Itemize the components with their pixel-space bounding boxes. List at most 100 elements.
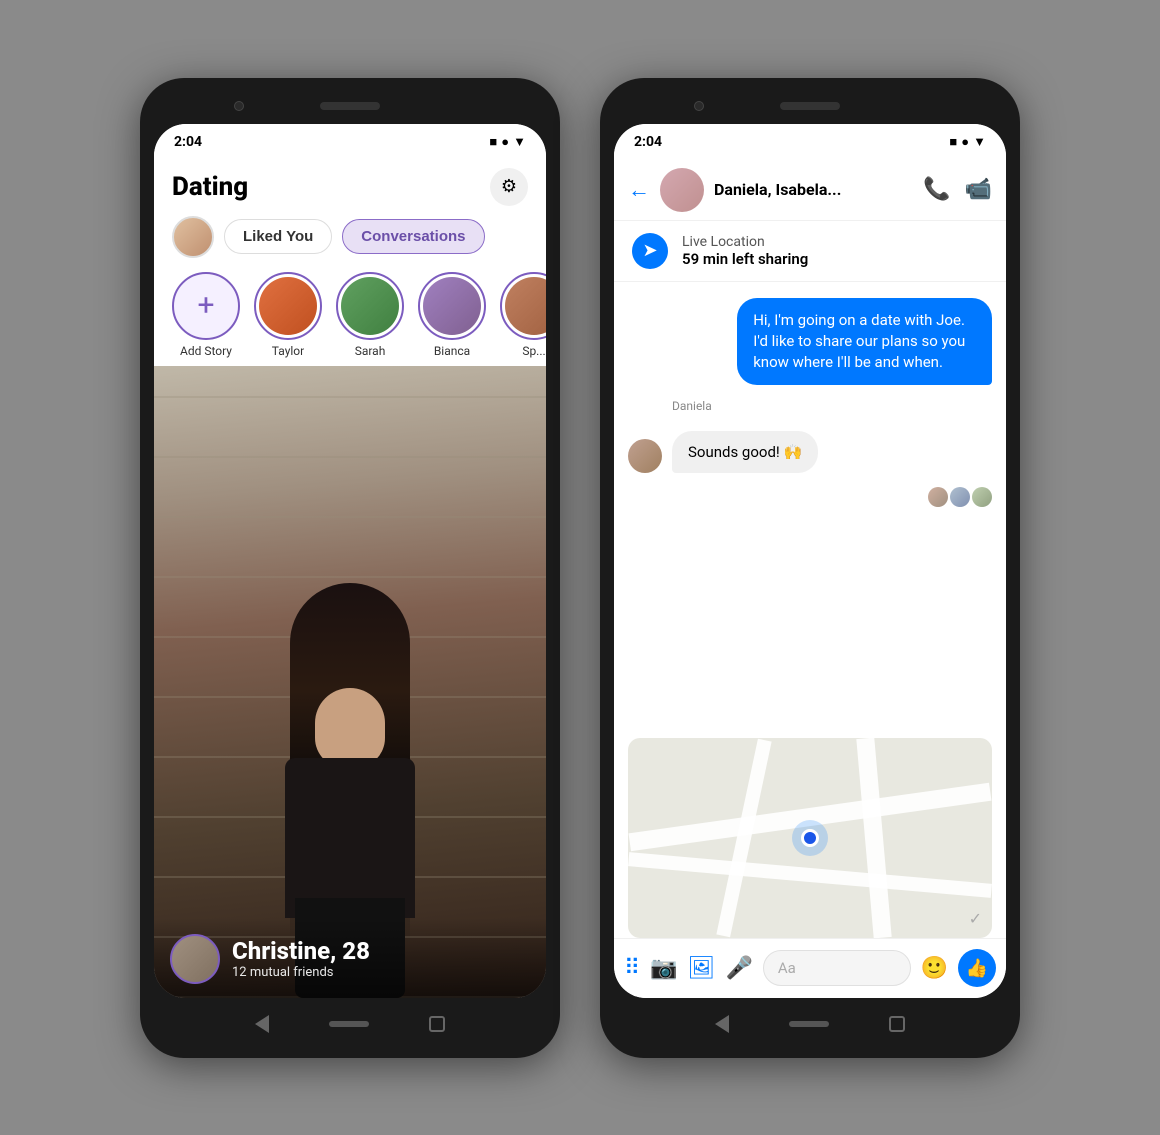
story-label-sarah: Sarah: [355, 344, 386, 358]
settings-button[interactable]: ⚙: [490, 168, 528, 206]
story-ring-bianca: [418, 272, 486, 340]
home-nav-button-1[interactable]: [329, 1021, 369, 1027]
camera-icon[interactable]: 📷: [650, 956, 677, 981]
back-nav-button-1[interactable]: [255, 1015, 269, 1033]
message-input[interactable]: Aa: [763, 950, 911, 986]
dating-title: Dating: [172, 172, 248, 202]
status-bar-1: 2:04 ■ ● ▼: [154, 124, 546, 160]
phone-bottom-bar-1: [154, 1004, 546, 1044]
conversation-name: Daniela, Isabela...: [714, 180, 913, 199]
incoming-message: Sounds good! 🙌: [672, 431, 818, 473]
status-time-1: 2:04: [174, 134, 202, 150]
seen-avatar-3: [972, 487, 992, 507]
input-placeholder: Aa: [778, 959, 796, 977]
plus-icon: +: [197, 291, 214, 321]
speaker-1: [320, 102, 380, 110]
story-taylor[interactable]: Taylor: [254, 272, 322, 358]
emoji-icon[interactable]: 🙂: [921, 956, 948, 981]
liked-you-tab[interactable]: Liked You: [224, 219, 332, 254]
messenger-header: ← Daniela, Isabela... 📞 📹: [614, 160, 1006, 221]
story-ring-taylor: [254, 272, 322, 340]
location-dot: [792, 820, 828, 856]
person-silhouette: [154, 366, 546, 998]
chat-area: Hi, I'm going on a date with Joe. I'd li…: [614, 282, 1006, 738]
story-ring-sp: [500, 272, 546, 340]
phone-messenger: 2:04 ■ ● ▼ ← Daniela, Isabela... 📞 📹 ➤ L…: [600, 78, 1020, 1058]
live-location-map[interactable]: ✓: [628, 738, 992, 938]
story-sp[interactable]: Sp...: [500, 272, 546, 358]
profile-mutual: 12 mutual friends: [232, 965, 370, 980]
status-icons-2: ■ ● ▼: [949, 134, 986, 150]
conversation-avatar: [660, 168, 704, 212]
video-call-button[interactable]: 📹: [965, 177, 992, 202]
status-bar-2: 2:04 ■ ● ▼: [614, 124, 1006, 160]
story-img-sarah: [341, 277, 399, 335]
seen-avatar-1: [928, 487, 948, 507]
story-label-bianca: Bianca: [434, 344, 470, 358]
front-camera-1: [234, 101, 244, 111]
seen-avatars: [928, 487, 992, 507]
profile-name-info: Christine, 28 12 mutual friends: [232, 937, 370, 980]
header-actions: 📞 📹: [923, 177, 992, 202]
map-road-v2: [856, 738, 891, 938]
live-location-text: Live Location 59 min left sharing: [682, 234, 808, 268]
location-dot-outer: [792, 820, 828, 856]
tabs-row: Liked You Conversations: [154, 210, 546, 264]
phone-dating: 2:04 ■ ● ▼ Dating ⚙ Liked You Conversati…: [140, 78, 560, 1058]
mic-icon[interactable]: 🎤: [725, 956, 752, 981]
story-label-sp: Sp...: [522, 344, 545, 358]
story-ring-sarah: [336, 272, 404, 340]
battery-icon: ■: [489, 134, 497, 150]
call-button[interactable]: 📞: [923, 177, 950, 202]
profile-image-area: Christine, 28 12 mutual friends: [154, 366, 546, 998]
stories-row: + Add Story Taylor Sarah: [154, 264, 546, 366]
daniela-avatar: [628, 439, 662, 473]
back-button[interactable]: ←: [628, 177, 650, 203]
story-sarah[interactable]: Sarah: [336, 272, 404, 358]
map-checkmark: ✓: [969, 909, 982, 928]
add-story-circle[interactable]: +: [172, 272, 240, 340]
recents-nav-button-1[interactable]: [429, 1016, 445, 1032]
phone-bottom-bar-2: [614, 1004, 1006, 1044]
dating-header: Dating ⚙: [154, 160, 546, 210]
live-location-title: Live Location: [682, 234, 808, 250]
map-road-h2: [628, 852, 992, 898]
outgoing-message: Hi, I'm going on a date with Joe. I'd li…: [737, 298, 992, 385]
photo-icon[interactable]: 🖼: [688, 956, 716, 981]
home-nav-button-2[interactable]: [789, 1021, 829, 1027]
signal-icon-2: ●: [961, 134, 969, 150]
like-send-button[interactable]: 👍: [958, 949, 996, 987]
chat-input-bar: ⠿ 📷 🖼 🎤 Aa 🙂 👍: [614, 938, 1006, 998]
story-bianca[interactable]: Bianca: [418, 272, 486, 358]
front-camera-2: [694, 101, 704, 111]
phone-top-bar-1: [154, 92, 546, 120]
live-location-banner[interactable]: ➤ Live Location 59 min left sharing: [614, 221, 1006, 282]
battery-icon-2: ■: [949, 134, 957, 150]
story-img-bianca: [423, 277, 481, 335]
speaker-2: [780, 102, 840, 110]
add-story-label: Add Story: [180, 344, 232, 358]
conversations-tab[interactable]: Conversations: [342, 219, 484, 254]
location-dot-inner: [801, 829, 819, 847]
profile-card[interactable]: Christine, 28 12 mutual friends: [154, 366, 546, 998]
signal-icon: ●: [501, 134, 509, 150]
story-img-sp: [505, 277, 546, 335]
seen-avatar-2: [950, 487, 970, 507]
wifi-icon-2: ▼: [973, 134, 986, 150]
story-img-taylor: [259, 277, 317, 335]
message-sender-name: Daniela: [672, 399, 992, 413]
back-nav-button-2[interactable]: [715, 1015, 729, 1033]
apps-icon[interactable]: ⠿: [624, 956, 640, 981]
incoming-message-group: Sounds good! 🙌: [628, 431, 992, 473]
status-icons-1: ■ ● ▼: [489, 134, 526, 150]
thumbs-up-icon: 👍: [966, 958, 988, 979]
messenger-screen: 2:04 ■ ● ▼ ← Daniela, Isabela... 📞 📹 ➤ L…: [614, 124, 1006, 998]
live-location-subtitle: 59 min left sharing: [682, 250, 808, 268]
story-label-taylor: Taylor: [272, 344, 304, 358]
profile-name: Christine, 28: [232, 937, 370, 965]
add-story-item[interactable]: + Add Story: [172, 272, 240, 358]
user-avatar-tab[interactable]: [172, 216, 214, 258]
recents-nav-button-2[interactable]: [889, 1016, 905, 1032]
profile-mini-avatar: [170, 934, 220, 984]
wifi-icon: ▼: [513, 134, 526, 150]
